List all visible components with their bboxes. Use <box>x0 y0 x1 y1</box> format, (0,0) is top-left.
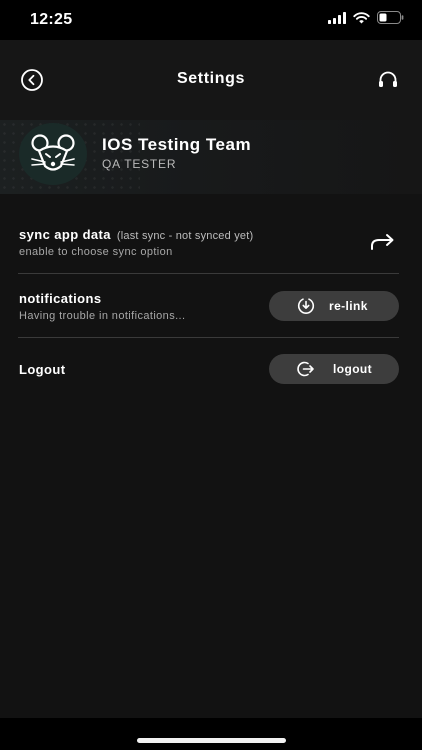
status-icons <box>328 11 404 29</box>
sync-row[interactable]: sync app data (last sync - not synced yet… <box>0 218 422 274</box>
logout-icon <box>297 360 315 378</box>
avatar <box>19 123 87 185</box>
logout-button[interactable]: logout <box>269 354 399 384</box>
status-time: 12:25 <box>30 11 73 28</box>
download-circle-icon <box>297 297 315 315</box>
bottom-bar <box>0 718 422 750</box>
relink-button[interactable]: re-link <box>269 291 399 321</box>
profile-name: IOS Testing Team <box>102 135 252 154</box>
sync-title-text: sync app data <box>19 227 111 242</box>
status-bar: 12:25 <box>0 0 422 40</box>
notifications-title: notifications <box>19 291 102 306</box>
header: Settings <box>0 40 422 120</box>
page-title: Settings <box>177 70 245 87</box>
sync-title: sync app data (last sync - not synced yet… <box>19 227 253 242</box>
sync-open-button[interactable] <box>370 232 396 252</box>
headset-icon <box>379 71 397 87</box>
sync-subtitle: enable to choose sync option <box>19 246 173 258</box>
divider <box>18 337 399 338</box>
mouse-logo <box>31 134 75 171</box>
settings-screen: 12:25 Settings IOS Testing Team QA TESTE… <box>0 0 422 750</box>
notifications-row: notifications Having trouble in notifica… <box>0 282 422 332</box>
forward-arrow-icon <box>371 234 394 250</box>
sync-status-note: (last sync - not synced yet) <box>116 230 254 242</box>
home-indicator[interactable] <box>137 738 286 743</box>
signal-icon <box>328 11 346 29</box>
logout-row: Logout logout <box>0 346 422 392</box>
divider <box>18 273 399 274</box>
wifi-icon <box>353 11 370 29</box>
battery-icon <box>377 11 404 29</box>
profile-banner: IOS Testing Team QA TESTER <box>0 120 422 194</box>
notifications-subtitle: Having trouble in notifications... <box>19 310 186 322</box>
profile-role: QA TESTER <box>102 157 177 171</box>
logout-title: Logout <box>19 362 66 377</box>
logout-label: logout <box>333 362 373 376</box>
relink-label: re-link <box>329 299 368 313</box>
support-button[interactable] <box>376 68 400 92</box>
